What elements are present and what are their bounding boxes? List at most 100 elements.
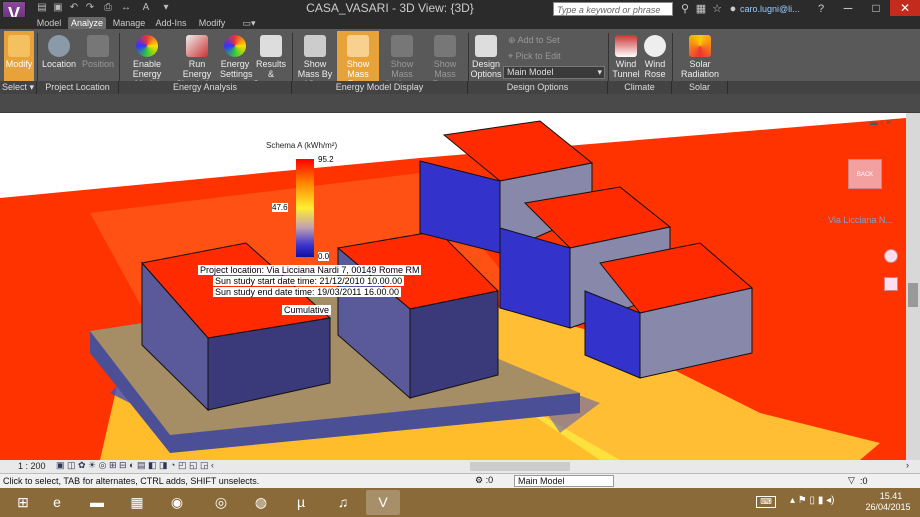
view-scale[interactable]: 1 : 200 — [18, 461, 46, 471]
3d-viewport[interactable]: Schema A (kWh/m²) 95.2 47.6 0.0 Project … — [0, 113, 906, 460]
pick-to-edit-label: Pick to Edit — [515, 51, 561, 61]
chrome-icon[interactable]: ◎ — [204, 490, 238, 515]
results-compare-button[interactable]: Results & Compare — [252, 31, 290, 89]
mass-form-icon — [347, 35, 369, 57]
sun-study-end: Sun study end date time: 19/03/2011 16.0… — [213, 287, 401, 297]
sun-study-start: Sun study start date time: 21/12/2010 10… — [213, 276, 405, 286]
design-option-dropdown[interactable]: Main Model ▾ — [503, 66, 605, 79]
redo-icon[interactable]: ↷ — [84, 2, 96, 14]
view-window-controls[interactable]: ▬ ▫ ✕ — [870, 118, 902, 128]
maximize-button[interactable]: □ — [862, 0, 890, 16]
horizontal-scrollbar-thumb[interactable] — [470, 462, 570, 471]
measure-icon[interactable]: ↔ — [120, 2, 132, 14]
view-control-icons[interactable]: ▣ ◫ ✿ ☀ ◎ ⊞ ⊟ ◐ ▤ ◧ ◨ ◔ ◰ ◱ ◲ ‹ — [56, 460, 214, 471]
firefox-icon[interactable]: ◉ — [160, 490, 194, 515]
internet-explorer-icon[interactable]: e — [40, 490, 74, 515]
zoom-icon[interactable] — [884, 277, 898, 291]
open-icon[interactable]: ▤ — [36, 2, 48, 14]
modify-button[interactable]: Modify — [4, 31, 34, 83]
wind-rose-button[interactable]: Wind Rose — [642, 31, 668, 83]
filter-count: :0 — [860, 476, 868, 486]
legend-min: 0.0 — [318, 252, 330, 261]
vasari-taskbar-icon[interactable]: V — [366, 490, 400, 515]
wind-tunnel-button[interactable]: Wind Tunnel — [611, 31, 641, 83]
tray-icons[interactable]: ▴ ⚑ ▯ ▮ ◂) — [790, 495, 834, 506]
energy-settings-button[interactable]: Energy Settings — [220, 31, 253, 83]
vertical-scrollbar[interactable] — [906, 113, 920, 460]
chevron-down-icon: ▾ — [597, 67, 602, 77]
file-explorer-icon[interactable]: ▬ — [80, 490, 114, 515]
print-icon[interactable]: ⎙ — [102, 2, 114, 14]
status-icons[interactable]: ⚙ :0 — [475, 475, 493, 486]
run-energy-simulation-button[interactable]: Run Energy Simulation — [174, 31, 220, 89]
clock-time[interactable]: 15.41 — [868, 491, 914, 501]
pick-to-edit-button[interactable]: ⌖ Pick to Edit — [508, 50, 561, 62]
wind-tunnel-label: Wind Tunnel — [612, 59, 640, 79]
wind-rose-icon — [644, 35, 666, 57]
binoculars-icon[interactable]: ⚲ — [678, 2, 692, 16]
design-options-button[interactable]: Design Options — [470, 31, 502, 83]
star-icon[interactable]: ☆ — [710, 2, 724, 16]
tab-modify[interactable]: Modify — [194, 17, 230, 29]
show-mass-surfaces-button[interactable]: Show Mass Surfaces — [381, 31, 423, 89]
tab-add-ins[interactable]: Add-Ins — [152, 17, 190, 29]
solar-radiation-icon — [689, 35, 711, 57]
ribbon-minimize-icon[interactable]: ▭▾ — [236, 17, 262, 29]
modify-label: Modify — [5, 59, 33, 69]
minimize-button[interactable]: ─ — [834, 0, 862, 16]
status-design-option[interactable]: Main Model — [514, 475, 614, 487]
position-button[interactable]: Position — [80, 31, 116, 83]
show-mass-zones-button[interactable]: Show Mass Zones — [424, 31, 466, 89]
add-to-set-button[interactable]: ⊕ Add to Set — [508, 34, 560, 46]
location-button[interactable]: Location — [40, 31, 78, 83]
show-mass-form-button[interactable]: Show Mass Form — [337, 31, 379, 89]
view-control-bar: 1 : 200 ▣ ◫ ✿ ☀ ◎ ⊞ ⊟ ◐ ▤ ◧ ◨ ◔ ◰ ◱ ◲ ‹ … — [0, 460, 920, 473]
show-mass-by-view-button[interactable]: Show Mass By View — [294, 31, 336, 89]
enable-energy-model-button[interactable]: Enable Energy Model — [121, 31, 173, 89]
tab-analyze[interactable]: Analyze — [68, 17, 106, 29]
clock-date[interactable]: 26/04/2015 — [860, 502, 916, 512]
design-options-icon — [475, 35, 497, 57]
utorrent-icon[interactable]: µ — [284, 490, 318, 515]
text-icon[interactable]: A — [140, 2, 152, 14]
start-icon[interactable]: ⊞ — [6, 490, 40, 515]
legend-max: 95.2 — [318, 155, 334, 164]
panel-solar-analysis: Solar Analysis — [672, 81, 728, 105]
spotify-icon[interactable]: ♫ — [326, 490, 360, 515]
help-icon[interactable]: ? — [814, 2, 828, 16]
cursor-icon — [8, 35, 30, 57]
location-label: Location — [41, 59, 77, 69]
energy-model-icon — [136, 35, 158, 57]
ribbon-tabs: Model Analyze Manage Add-Ins Modify ▭▾ — [0, 17, 920, 29]
tab-manage[interactable]: Manage — [110, 17, 148, 29]
scroll-thumb[interactable] — [908, 283, 918, 307]
globe-icon — [48, 35, 70, 57]
solar-radiation-scene — [0, 118, 906, 460]
design-options-label: Design Options — [470, 59, 502, 79]
undo-icon[interactable]: ↶ — [68, 2, 80, 14]
tab-model[interactable]: Model — [34, 17, 64, 29]
save-icon[interactable]: ▣ — [52, 2, 64, 14]
close-button[interactable]: ✕ — [890, 0, 920, 16]
user-icon[interactable]: ● — [728, 2, 738, 16]
windows-taskbar: ⊞ e ▬ ▦ ◉ ◎ ◍ µ ♫ V ⌨ ▴ ⚑ ▯ ▮ ◂) 15.41 2… — [0, 488, 920, 517]
project-location-text: Project location: Via Licciana Nardi 7, … — [198, 265, 422, 275]
search-input[interactable]: Type a keyword or phrase — [553, 2, 673, 16]
subscription-icon[interactable]: ▦ — [694, 2, 708, 16]
user-name[interactable]: caro.lugni@li... — [740, 2, 800, 16]
panel-design-options: Design Options — [468, 81, 608, 94]
qat-dropdown-icon[interactable]: ▾ — [160, 2, 172, 14]
app-circle-icon[interactable]: ◍ — [244, 490, 278, 515]
filter-icon[interactable]: ▽ — [848, 475, 855, 486]
store-icon[interactable]: ▦ — [120, 490, 154, 515]
scroll-right-icon[interactable]: › — [906, 460, 909, 470]
design-option-value: Main Model — [507, 67, 554, 77]
study-mode: Cumulative — [282, 305, 332, 315]
viewcube[interactable]: BACK — [848, 159, 882, 189]
solar-radiation-label: Solar Radiation — [680, 59, 720, 79]
steering-wheel-icon[interactable] — [884, 249, 898, 263]
status-bar: Click to select, TAB for alternates, CTR… — [0, 473, 920, 488]
solar-radiation-button[interactable]: Solar Radiation — [676, 31, 724, 83]
keyboard-icon[interactable]: ⌨ — [756, 496, 776, 508]
panel-select[interactable]: Select ▾ — [0, 81, 37, 94]
